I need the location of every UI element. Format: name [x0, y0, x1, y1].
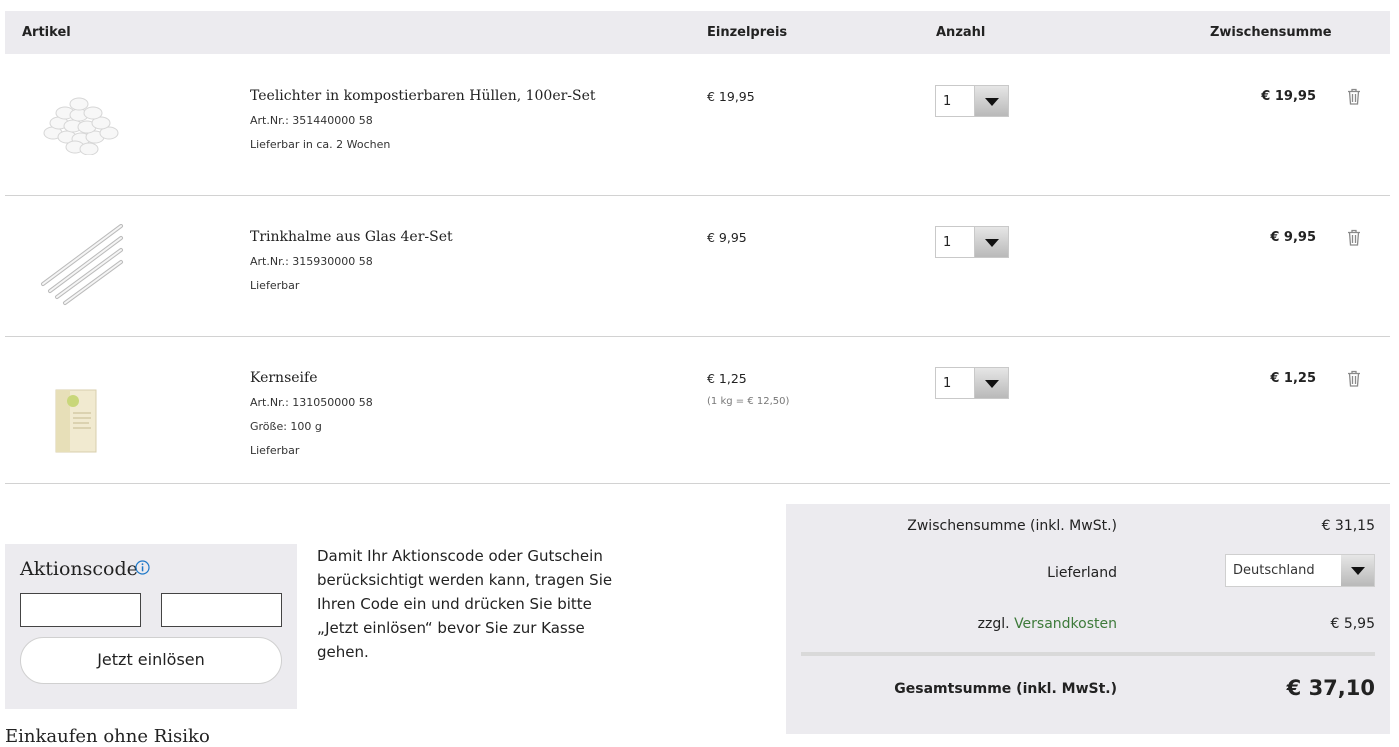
row-subtotal: € 9,95: [1270, 230, 1316, 245]
quantity-select[interactable]: 1: [935, 367, 1009, 399]
total-value: € 37,10: [1286, 676, 1375, 700]
unit-price: € 1,25: [707, 371, 747, 386]
product-name[interactable]: Teelichter in kompostierbaren Hüllen, 10…: [250, 88, 596, 104]
header-artikel: Artikel: [22, 25, 71, 40]
chevron-down-icon[interactable]: [974, 227, 1008, 257]
shipping-value: € 5,95: [1330, 616, 1375, 632]
promo-help-text: Damit Ihr Aktionscode oder Gutschein ber…: [317, 547, 613, 661]
header-einzelpreis: Einzelpreis: [707, 25, 788, 40]
quantity-value: 1: [943, 235, 952, 250]
shipping-label: zzgl. Versandkosten: [978, 616, 1117, 632]
header-zwischensumme: Zwischensumme: [1210, 25, 1332, 40]
promo-title: Aktionscode: [20, 558, 138, 580]
row-subtotal: € 19,95: [1261, 89, 1316, 104]
product-name[interactable]: Trinkhalme aus Glas 4er-Set: [250, 229, 453, 245]
promo-code-input-1[interactable]: [20, 593, 141, 627]
cart-table-header: Artikel Einzelpreis Anzahl Zwischensumme: [5, 11, 1390, 54]
product-artnr: Art.Nr.: 131050000 58: [250, 396, 373, 409]
product-availability: Lieferbar: [250, 444, 300, 457]
summary-divider: [801, 652, 1375, 656]
trash-icon[interactable]: [1347, 370, 1361, 387]
base-price: (1 kg = € 12,50): [707, 396, 790, 407]
cart-row-kernseife: Kernseife Art.Nr.: 131050000 58 Größe: 1…: [5, 337, 1390, 484]
total-label: Gesamtsumme (inkl. MwSt.): [894, 681, 1117, 697]
product-image-teelichter[interactable]: [35, 95, 125, 155]
shipping-prefix: zzgl.: [977, 616, 1010, 632]
cart-row-trinkhalme: Trinkhalme aus Glas 4er-Set Art.Nr.: 315…: [5, 196, 1390, 337]
product-availability: Lieferbar: [250, 279, 300, 292]
subtotal-value: € 31,15: [1321, 518, 1375, 534]
trash-icon[interactable]: [1347, 229, 1361, 246]
quantity-value: 1: [943, 376, 952, 391]
header-anzahl: Anzahl: [936, 25, 986, 40]
row-subtotal: € 1,25: [1270, 371, 1316, 386]
product-image-trinkhalme[interactable]: [35, 224, 125, 309]
info-icon[interactable]: [135, 560, 150, 575]
quantity-select[interactable]: 1: [935, 226, 1009, 258]
unit-price: € 19,95: [707, 89, 755, 104]
subtotal-label: Zwischensumme (inkl. MwSt.): [907, 518, 1117, 534]
product-size: Größe: 100 g: [250, 420, 322, 433]
country-select[interactable]: Deutschland: [1225, 554, 1375, 587]
risk-free-heading: Einkaufen ohne Risiko: [5, 726, 210, 747]
cart-row-teelichter: Teelichter in kompostierbaren Hüllen, 10…: [5, 55, 1390, 196]
product-artnr: Art.Nr.: 315930000 58: [250, 255, 373, 268]
quantity-value: 1: [943, 94, 952, 109]
trash-icon[interactable]: [1347, 88, 1361, 105]
shipping-costs-link[interactable]: Versandkosten: [1014, 616, 1117, 632]
product-artnr: Art.Nr.: 351440000 58: [250, 114, 373, 127]
country-label: Lieferland: [1047, 565, 1117, 581]
chevron-down-icon[interactable]: [1341, 555, 1374, 586]
product-name[interactable]: Kernseife: [250, 370, 318, 386]
promo-code-input-2[interactable]: [161, 593, 282, 627]
product-image-kernseife[interactable]: [53, 387, 103, 457]
redeem-button[interactable]: Jetzt einlösen: [20, 637, 282, 684]
quantity-select[interactable]: 1: [935, 85, 1009, 117]
product-availability: Lieferbar in ca. 2 Wochen: [250, 138, 391, 151]
unit-price: € 9,95: [707, 230, 747, 245]
promo-code-panel: Aktionscode Jetzt einlösen: [5, 544, 297, 709]
chevron-down-icon[interactable]: [974, 368, 1008, 398]
country-value: Deutschland: [1233, 563, 1315, 578]
chevron-down-icon[interactable]: [974, 86, 1008, 116]
order-summary: Zwischensumme (inkl. MwSt.) € 31,15 Lief…: [786, 504, 1390, 734]
